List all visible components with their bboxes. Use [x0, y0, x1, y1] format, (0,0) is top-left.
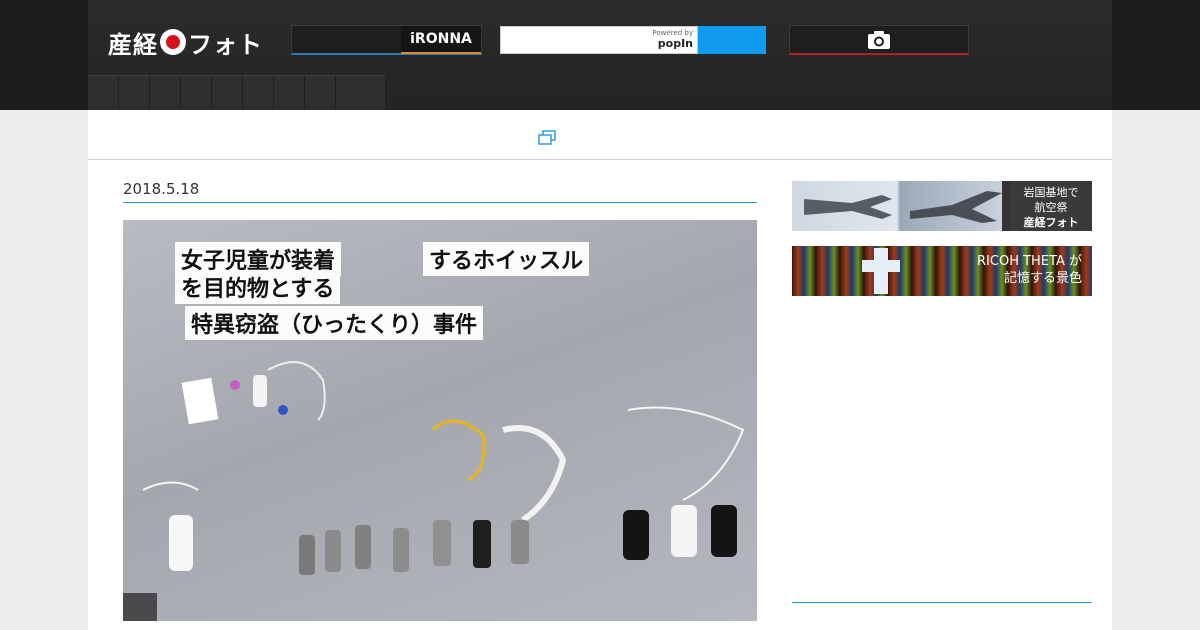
nav-tab[interactable]	[212, 75, 243, 110]
page-gutter-right	[1112, 110, 1200, 630]
nav-tab[interactable]	[243, 75, 274, 110]
mascot-icon	[160, 29, 186, 55]
search-input[interactable]: Powered by popIn	[500, 26, 698, 54]
header-side-right	[1112, 0, 1200, 110]
article-photo[interactable]: 女子児童が装着 するホイッスル を目的物とする 特異窃盗（ひったくり）事件	[123, 220, 757, 621]
logo-text: 産経	[108, 30, 158, 59]
article-date: 2018.5.18	[123, 180, 200, 198]
nav-tab[interactable]	[119, 75, 150, 110]
photo-gallery-link[interactable]	[789, 25, 969, 55]
ironna-label: iRONNA	[401, 26, 481, 54]
site-header: 産経 フォト iRONNA Powered by popIn	[88, 0, 1112, 110]
search-button[interactable]	[698, 26, 766, 54]
ricoh-theta-banner[interactable]: RICOH THETA が 記憶する景色	[792, 246, 1092, 296]
search-powered-by: Powered by popIn	[652, 29, 693, 50]
nav-tab[interactable]	[274, 75, 305, 110]
ironna-link[interactable]: iRONNA	[291, 25, 482, 55]
banner1-text: 岩国基地で 航空祭 産経フォト	[1010, 181, 1092, 231]
logo-suffix: フォト	[188, 30, 263, 59]
banner1-line2: 航空祭	[1034, 200, 1068, 214]
whistles-illustration	[142, 361, 745, 575]
nav-tab[interactable]	[150, 75, 181, 110]
gallery-toolbar	[88, 110, 1112, 160]
photo-prev-button[interactable]	[123, 593, 157, 621]
banner2-line1: RICOH THETA が	[977, 254, 1082, 269]
banner1-brand: 産経フォト	[1023, 215, 1079, 229]
fighter-jet-icon	[804, 191, 1002, 223]
main-content: 2018.5.18 女子児童が装着 するホイッスル を目的物とする 特異窃盗（ひ…	[88, 110, 1112, 630]
banner2-text: RICOH THETA が 記憶する景色	[977, 254, 1082, 288]
iwakuni-airshow-banner[interactable]: 岩国基地で 航空祭 産経フォト	[792, 181, 1092, 231]
nav-tab[interactable]	[181, 75, 212, 110]
nav-tab[interactable]	[336, 75, 386, 110]
sidebar-divider	[792, 602, 1092, 603]
popin-logo: popIn	[657, 36, 693, 50]
header-side-left	[0, 0, 88, 110]
powered-by-text: Powered by	[652, 29, 693, 37]
gallery-icon[interactable]	[538, 130, 556, 146]
nav-tab[interactable]	[305, 75, 336, 110]
category-nav	[88, 75, 386, 110]
nav-tab[interactable]	[88, 75, 119, 110]
page-gutter-left	[0, 110, 88, 630]
banner2-line2: 記憶する景色	[1003, 270, 1082, 286]
site-logo[interactable]: 産経 フォト	[108, 26, 263, 59]
cross-icon	[862, 248, 900, 294]
date-divider	[123, 202, 757, 203]
banner1-line1: 岩国基地で	[1023, 186, 1079, 199]
camera-icon	[868, 30, 890, 49]
